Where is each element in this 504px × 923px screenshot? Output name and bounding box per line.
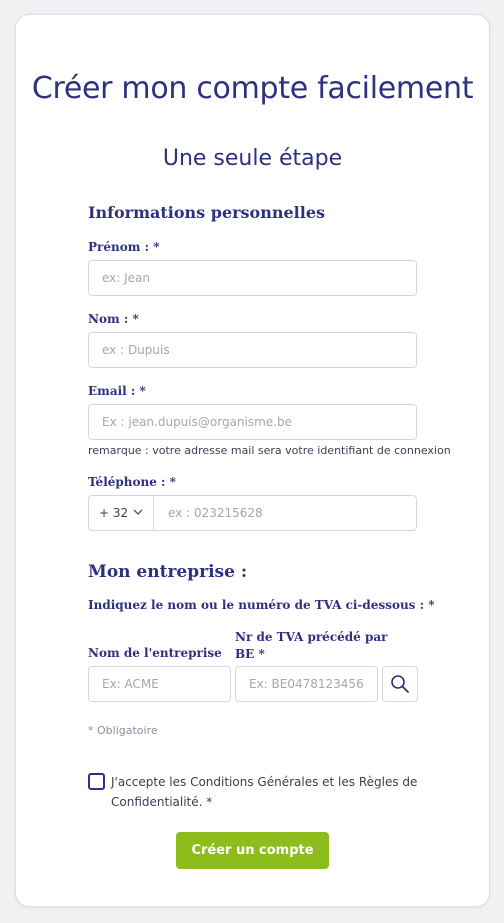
- country-code-value: + 32: [99, 506, 129, 520]
- vat-label: Nr de TVA précédé par BE *: [235, 630, 388, 661]
- company-instruction: Indiquez le nom ou le numéro de TVA ci-d…: [88, 598, 435, 612]
- phone-field: + 32: [88, 495, 417, 531]
- company-name-label: Nom de l'entreprise: [88, 646, 222, 660]
- email-note: remarque : votre adresse mail sera votre…: [88, 444, 451, 457]
- terms-text: J'accepte les Conditions Générales et le…: [111, 775, 418, 809]
- page-subtitle: Une seule étape: [162, 146, 343, 171]
- company-name-input[interactable]: [88, 666, 231, 702]
- email-input[interactable]: [88, 404, 417, 440]
- personal-info-heading: Informations personnelles: [88, 203, 326, 222]
- company-heading: Mon entreprise :: [88, 562, 248, 582]
- phone-input[interactable]: [155, 496, 416, 530]
- firstname-input[interactable]: [88, 260, 417, 296]
- chevron-down-icon: [133, 509, 143, 515]
- search-icon: [391, 675, 409, 693]
- terms-checkbox[interactable]: [88, 773, 105, 790]
- company-search-button[interactable]: [382, 666, 418, 702]
- lastname-input[interactable]: [88, 332, 417, 368]
- firstname-label: Prénom : *: [88, 240, 160, 254]
- email-label: Email : *: [88, 384, 146, 398]
- phone-label: Téléphone : *: [88, 475, 176, 489]
- create-account-button[interactable]: Créer un compte: [176, 832, 329, 869]
- lastname-label: Nom : *: [88, 312, 139, 326]
- vat-input[interactable]: [235, 666, 378, 702]
- required-note: * Obligatoire: [88, 724, 158, 737]
- page-title: Créer mon compte facilement: [31, 71, 474, 106]
- country-code-select[interactable]: + 32: [89, 496, 154, 530]
